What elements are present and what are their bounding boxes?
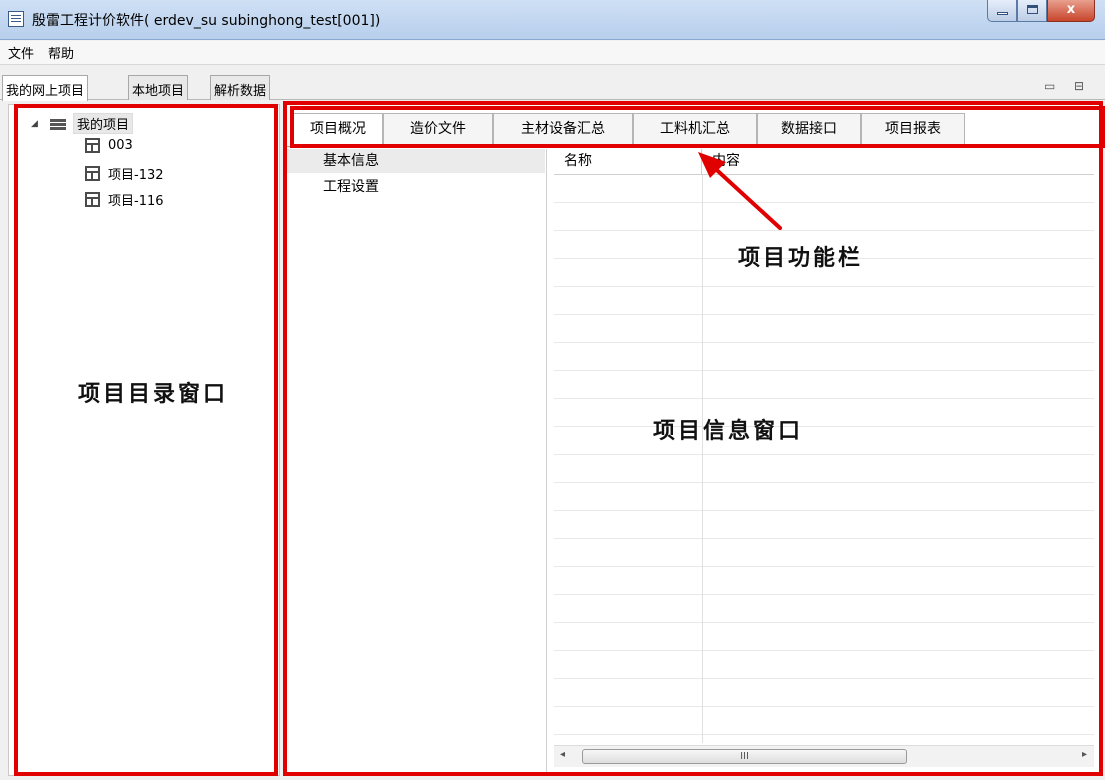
window-title: 殷雷工程计价软件( erdev_su subinghong_test[001]) bbox=[32, 13, 381, 29]
tab-online-projects[interactable]: 我的网上项目 bbox=[2, 75, 89, 101]
info-window-annotation: 项目信息窗口 bbox=[653, 419, 804, 444]
app-window: 殷雷工程计价软件( erdev_su subinghong_test[001])… bbox=[0, 0, 1105, 780]
close-button[interactable]: x bbox=[1047, 0, 1095, 22]
panel-restore-icon[interactable]: ⊟ bbox=[1074, 79, 1085, 93]
minimize-button[interactable] bbox=[987, 0, 1017, 22]
tab-local-projects[interactable]: 本地项目 bbox=[128, 75, 189, 100]
maximize-button[interactable] bbox=[1017, 0, 1047, 22]
annotation-arrow-icon bbox=[698, 152, 782, 230]
title-bar[interactable]: 殷雷工程计价软件( erdev_su subinghong_test[001])… bbox=[0, 0, 1105, 40]
tree-window-annotation: 项目目录窗口 bbox=[78, 382, 229, 407]
menu-help[interactable]: 帮助 bbox=[48, 43, 74, 62]
panel-minimize-icon[interactable]: ▭ bbox=[1044, 79, 1055, 93]
app-icon bbox=[8, 11, 24, 27]
close-icon: x bbox=[1066, 2, 1076, 17]
maximize-icon bbox=[1027, 5, 1038, 14]
project-source-tabs: 我的网上项目 本地项目 解析数据 ▭ ⊟ bbox=[0, 66, 1105, 101]
tree-window-highlight bbox=[14, 104, 278, 776]
menu-bar: 文件 帮助 bbox=[0, 41, 1105, 65]
function-bar-annotation: 项目功能栏 bbox=[738, 246, 864, 271]
menu-file[interactable]: 文件 bbox=[8, 43, 34, 62]
window-controls: x bbox=[987, 0, 1095, 22]
minimize-icon bbox=[997, 12, 1008, 15]
tab-parse-data[interactable]: 解析数据 bbox=[210, 75, 271, 100]
